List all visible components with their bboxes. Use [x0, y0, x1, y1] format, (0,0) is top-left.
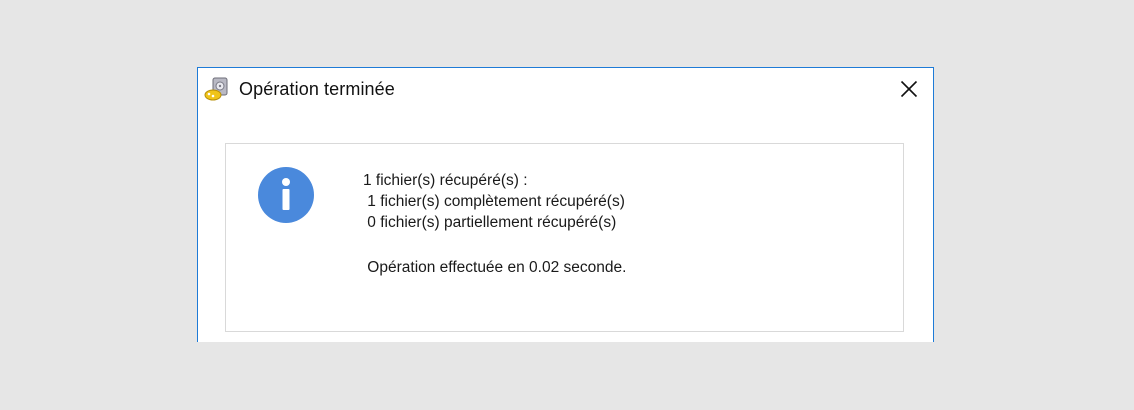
- duration-line: Opération effectuée en 0.02 seconde.: [363, 259, 627, 276]
- dialog-title: Opération terminée: [239, 79, 395, 99]
- message-panel: 1 fichier(s) récupéré(s) : 1 fichier(s) …: [225, 143, 904, 332]
- desktop-background: Opération terminée 1 fichier(s) récupéré…: [0, 0, 1134, 410]
- close-icon: [900, 80, 918, 98]
- close-button[interactable]: [889, 72, 929, 106]
- recovered-summary: 1 fichier(s) récupéré(s) :: [363, 172, 528, 189]
- info-icon: [257, 166, 315, 224]
- message-text: 1 fichier(s) récupéré(s) : 1 fichier(s) …: [363, 170, 626, 278]
- fully-recovered-line: 1 fichier(s) complètement récupéré(s): [363, 193, 625, 210]
- title-bar[interactable]: Opération terminée: [198, 68, 933, 110]
- operation-complete-dialog: Opération terminée 1 fichier(s) récupéré…: [197, 67, 934, 342]
- recovery-app-icon: [204, 77, 230, 101]
- partially-recovered-line: 0 fichier(s) partiellement récupéré(s): [363, 214, 617, 231]
